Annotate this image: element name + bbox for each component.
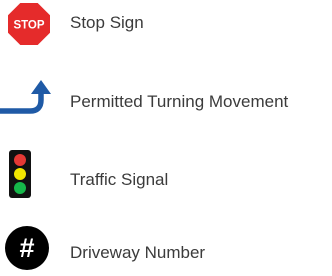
legend-label-turning-movement: Permitted Turning Movement: [70, 92, 289, 111]
stop-sign-text: STOP: [13, 20, 44, 32]
signal-red-light: [14, 154, 26, 166]
signal-green-light: [14, 182, 26, 194]
legend-item-traffic-signal: Traffic Signal: [0, 146, 332, 198]
legend-item-turning-movement: Permitted Turning Movement: [0, 76, 332, 124]
turn-arrow-icon: [0, 80, 51, 114]
legend-item-stop-sign: STOP Stop Sign: [0, 0, 332, 48]
legend-label-traffic-signal: Traffic Signal: [70, 170, 169, 189]
driveway-number-icon: #: [5, 226, 49, 270]
stop-sign-icon: STOP: [8, 3, 50, 45]
signal-yellow-light: [14, 168, 26, 180]
legend: STOP Stop Sign Permitted Turning Movemen…: [0, 0, 332, 276]
legend-item-driveway-number: # Driveway Number: [0, 226, 332, 274]
driveway-number-symbol: #: [19, 233, 34, 263]
traffic-signal-icon: [9, 150, 31, 198]
legend-label-stop-sign: Stop Sign: [70, 13, 144, 32]
legend-label-driveway-number: Driveway Number: [70, 243, 206, 262]
